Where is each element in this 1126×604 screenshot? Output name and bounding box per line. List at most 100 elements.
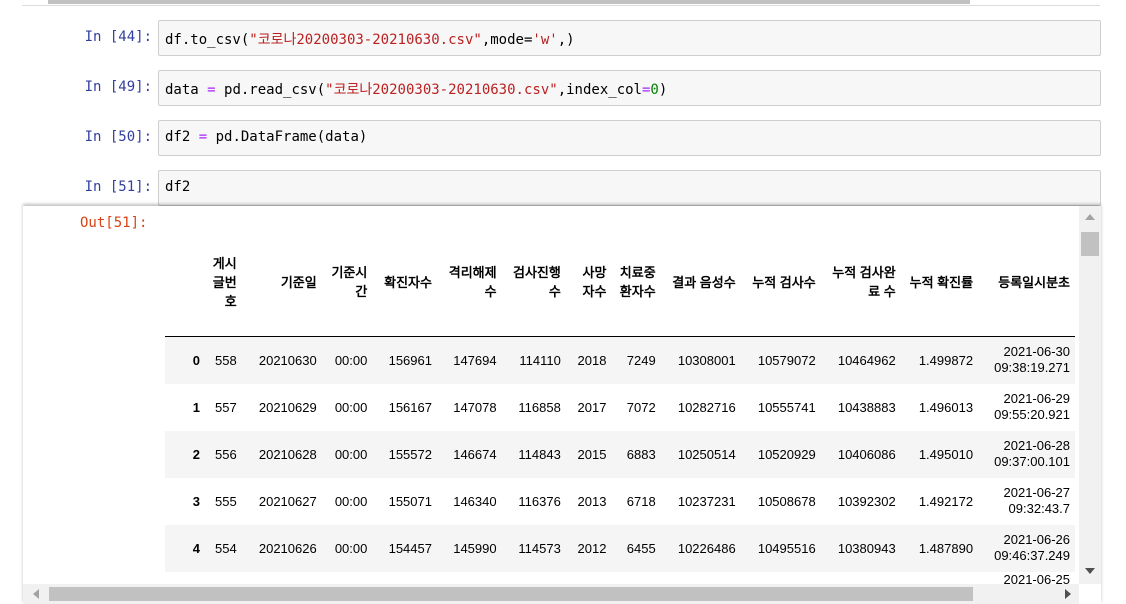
row-index: 0 (192, 352, 200, 368)
input-prompt: In [44]: (84, 29, 152, 45)
column-header: 결과 음성수 (660, 228, 741, 337)
table-cell: 2013 (577, 493, 607, 509)
scrollbar-thumb[interactable] (48, 0, 970, 4)
scroll-down-icon[interactable] (1085, 568, 1095, 574)
timestamp-time: 09:46:37.249 (994, 548, 1070, 563)
column-header: 사망자수 (565, 228, 612, 337)
timestamp-cell: 2021-06-27 09:32:43.7 (978, 478, 1075, 525)
timestamp-cell: 2021-06-29 09:55:20.921 (978, 384, 1075, 431)
scroll-left-icon[interactable] (33, 589, 39, 599)
code-token: ,index_col (557, 82, 642, 98)
table-cell: 1.495010 (918, 446, 974, 462)
timestamp-date: 2021-06-30 (1003, 344, 1071, 360)
table-cell: 116376 (518, 493, 561, 509)
code-cell[interactable]: In [50]: df2 = pd.DataFrame(data) (0, 120, 1126, 156)
scrollbar-thumb[interactable] (1081, 232, 1099, 256)
table-cell (165, 572, 205, 585)
code-token: 0 (650, 82, 659, 98)
column-header: 누적 확진률 (900, 228, 979, 337)
horizontal-scrollbar[interactable] (23, 584, 1079, 604)
scrollbar-thumb[interactable] (49, 587, 973, 601)
table-cell: 554 (215, 540, 237, 556)
code-text[interactable]: data = pd.read_csv("코로나20200303-20210630… (165, 79, 667, 99)
table-cell: 146340 (453, 493, 497, 509)
table-cell (566, 572, 612, 585)
table-cell: 10226486 (677, 540, 736, 556)
scroll-right-icon[interactable] (1065, 589, 1071, 599)
table-cell (502, 572, 566, 585)
table-cell: 10438883 (837, 399, 896, 415)
code-text[interactable]: df2 (165, 179, 190, 195)
code-token: pd.DataFrame(data) (207, 129, 368, 145)
column-header: 격리해제 수 (436, 228, 502, 337)
code-token: "코로나20200303-20210630.csv" (325, 82, 558, 98)
table-cell: 10250514 (677, 446, 736, 462)
timestamp-time: 09:55:20.921 (994, 407, 1070, 422)
table-cell: 7249 (626, 352, 656, 368)
column-header: 누적 검사수 (740, 228, 821, 337)
table-cell: 146674 (453, 446, 497, 462)
code-cell[interactable]: In [49]: data = pd.read_csv("코로나20200303-… (0, 70, 1126, 106)
code-input[interactable]: df2 (158, 170, 1101, 206)
table-cell: 20210627 (258, 493, 317, 509)
table-cell: 116858 (518, 399, 561, 415)
code-text[interactable]: df2 = pd.DataFrame(data) (165, 129, 367, 145)
timestamp-cell: 2021-06-26 09:46:37.249 (978, 525, 1075, 572)
table-cell (322, 572, 373, 585)
table-cell: 10237231 (677, 493, 736, 509)
code-cell[interactable]: In [44]: df.to_csv("코로나20200303-20210630.… (0, 20, 1126, 56)
table-cell: 114110 (519, 352, 561, 368)
table-cell: 00:00 (334, 493, 368, 509)
row-index: 4 (192, 540, 200, 556)
table-cell: 156961 (388, 352, 432, 368)
table-cell: 1.492172 (918, 493, 974, 509)
code-token: = (198, 129, 208, 145)
output-area: Out[51]: 게시글번호 기준일 기준시간 확진자수 격리해제 수 검사진행수 사망자수… (23, 206, 1101, 604)
table-cell: 10392302 (837, 493, 896, 509)
table-row: 1 557 20210629 00:00 156167 147078 116858 2017 7… (165, 383, 1075, 431)
table-cell: 10579072 (757, 352, 816, 368)
code-input[interactable]: df2 = pd.DataFrame(data) (158, 120, 1101, 156)
table-cell: 555 (215, 493, 237, 509)
column-header: 등록일시분초 (978, 228, 1075, 337)
code-cell[interactable]: In [51]: df2 (0, 170, 1126, 206)
table-cell: 10520929 (757, 446, 816, 462)
scroll-up-icon[interactable] (1085, 214, 1095, 220)
table-cell: 155572 (388, 446, 432, 462)
code-token: ,mode= (481, 32, 533, 48)
code-input[interactable]: data = pd.read_csv("코로나20200303-20210630… (158, 70, 1101, 106)
row-index: 2 (192, 446, 200, 462)
code-token: 'w' (532, 32, 558, 48)
table-row: 2 556 20210628 00:00 155572 146674 114843 2015 6… (165, 430, 1075, 478)
table-cell: 10406086 (837, 446, 896, 462)
top-horizontal-scrollbar[interactable] (22, 0, 1100, 6)
table-cell: 155071 (388, 493, 432, 509)
code-token: "코로나20200303-20210630.csv" (249, 32, 482, 48)
table-cell: 10308001 (677, 352, 736, 368)
column-header: 검사진행수 (501, 228, 566, 337)
table-cell: 00:00 (334, 446, 368, 462)
timestamp-time: 09:37:00.101 (994, 454, 1070, 469)
timestamp-date: 2021-06-28 (1003, 438, 1071, 453)
table-cell: 10555741 (757, 399, 816, 415)
vertical-scrollbar[interactable] (1079, 206, 1101, 584)
table-cell (205, 572, 242, 585)
table-cell: 156167 (388, 399, 432, 415)
table-cell: 145990 (453, 540, 497, 556)
code-token: ) (658, 82, 668, 98)
column-header: 기준시간 (321, 228, 373, 337)
table-cell: 20210626 (258, 540, 317, 556)
table-cell (437, 572, 502, 585)
table-cell: 556 (215, 446, 237, 462)
column-header: 기준일 (241, 228, 322, 337)
table-cell: 10495516 (757, 540, 816, 556)
table-cell: 147078 (453, 399, 497, 415)
code-text[interactable]: df.to_csv("코로나20200303-20210630.csv",mod… (165, 29, 575, 49)
code-input[interactable]: df.to_csv("코로나20200303-20210630.csv",mod… (158, 20, 1101, 56)
table-cell: 1.487890 (918, 540, 974, 556)
table-cell: 558 (215, 352, 237, 368)
table-cell: 1.499872 (918, 352, 974, 368)
timestamp-cell: 2021-06-25 (1003, 571, 1071, 585)
input-prompt: In [49]: (84, 79, 152, 95)
table-cell: 00:00 (334, 399, 368, 415)
